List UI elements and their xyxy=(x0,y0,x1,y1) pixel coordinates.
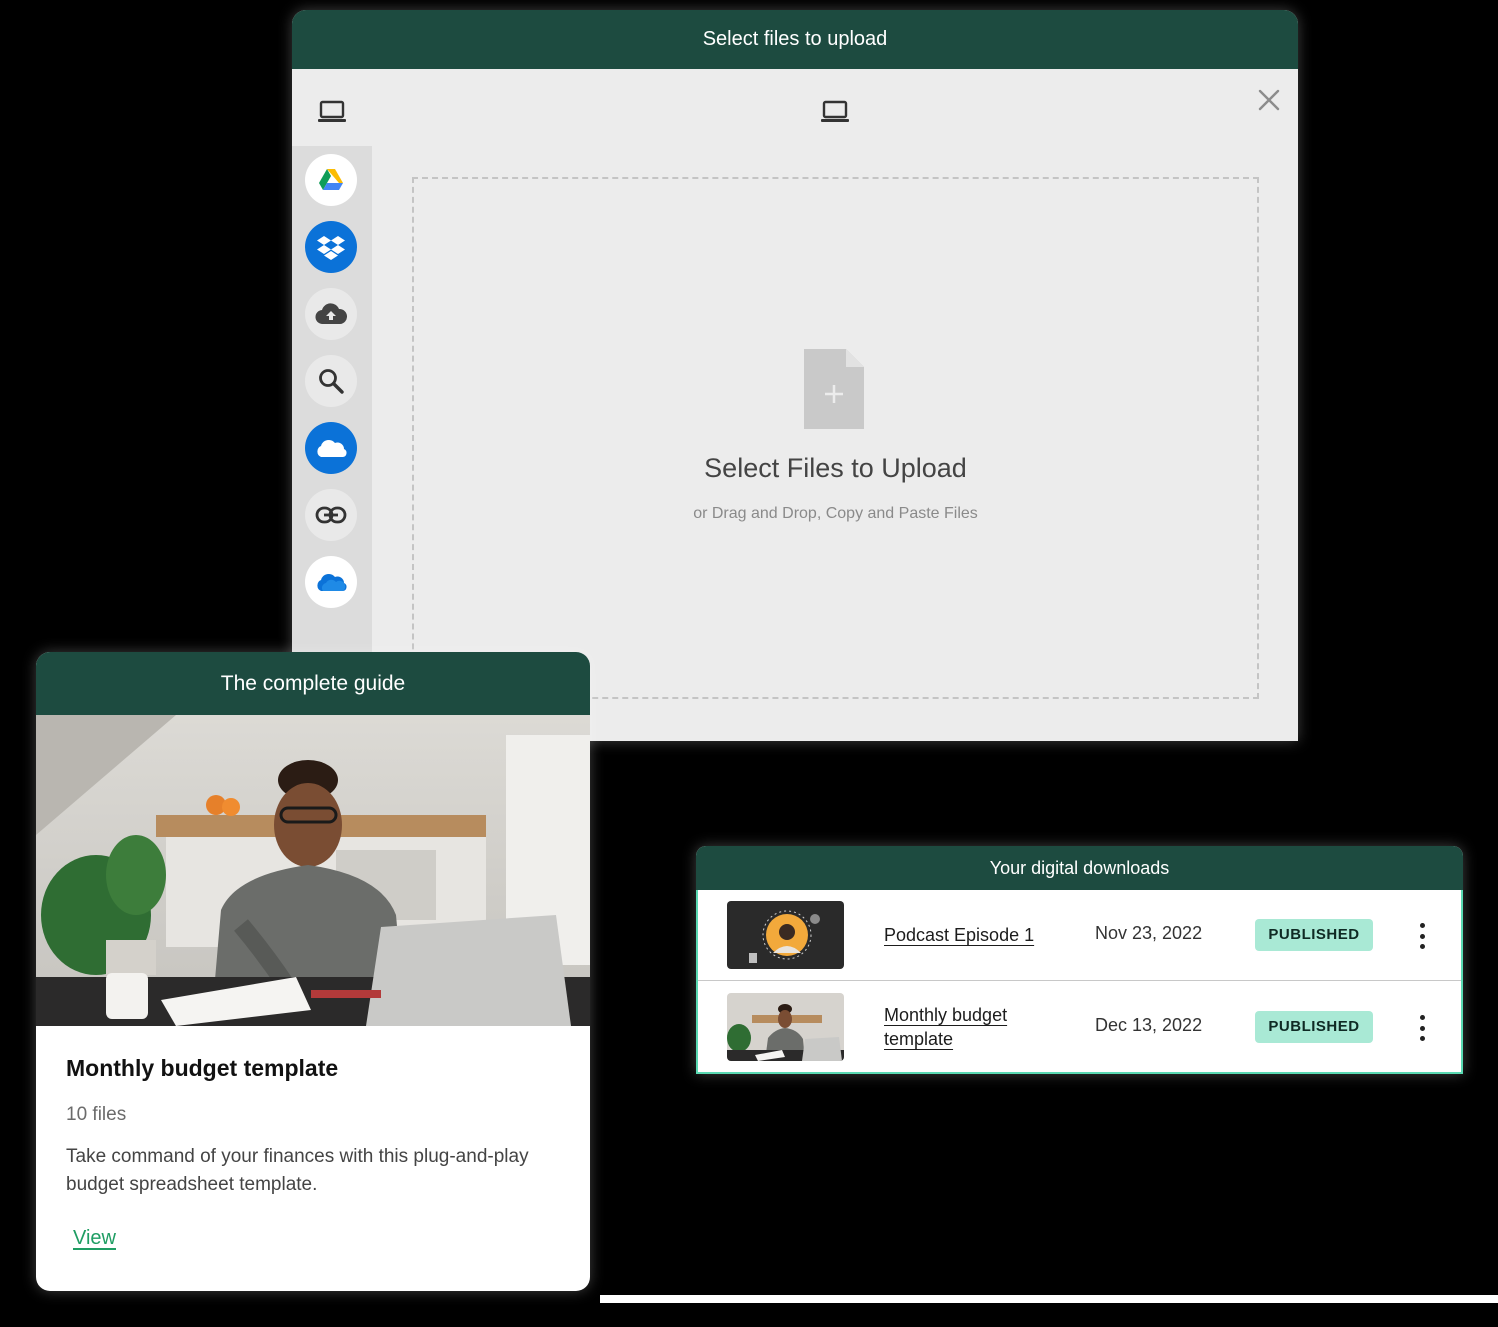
cloud-upload-icon xyxy=(315,303,347,325)
search-icon xyxy=(319,369,344,394)
status-badge: PUBLISHED xyxy=(1255,919,1373,951)
guide-card-header: The complete guide xyxy=(36,652,590,715)
download-date: Nov 23, 2022 xyxy=(1095,923,1203,943)
onedrive-button[interactable] xyxy=(305,422,357,474)
more-options-icon[interactable] xyxy=(1411,1015,1433,1041)
guide-card: The complete guide Monthly budget templa… xyxy=(36,652,590,1291)
onedrive-business-button[interactable] xyxy=(305,556,357,608)
search-button[interactable] xyxy=(305,355,357,407)
modal-topbar xyxy=(292,69,1298,146)
dropbox-button[interactable] xyxy=(305,221,357,273)
divider xyxy=(600,1295,1498,1303)
upload-modal: Select files to upload Select Files to U… xyxy=(292,10,1298,741)
downloads-header: Your digital downloads xyxy=(696,846,1463,890)
link-button[interactable] xyxy=(305,489,357,541)
downloads-panel: Your digital downloads Podcast Episode 1… xyxy=(696,846,1463,1074)
laptop-icon[interactable] xyxy=(317,100,347,124)
dropzone-subtitle: or Drag and Drop, Copy and Paste Files xyxy=(693,505,978,522)
onedrive-business-icon xyxy=(317,573,347,591)
more-options-icon[interactable] xyxy=(1411,923,1433,949)
dropzone-title: Select Files to Upload xyxy=(704,453,967,483)
close-icon[interactable] xyxy=(1258,89,1280,111)
download-row: Podcast Episode 1 Nov 23, 2022 PUBLISHED xyxy=(698,890,1461,981)
onedrive-icon xyxy=(317,439,347,457)
download-date: Dec 13, 2022 xyxy=(1095,1015,1203,1035)
card-title: Monthly budget template xyxy=(66,1055,339,1081)
link-icon xyxy=(315,506,347,524)
file-add-icon xyxy=(804,349,864,429)
guide-photo xyxy=(36,715,590,1026)
google-drive-button[interactable] xyxy=(305,154,357,206)
downloads-list: Podcast Episode 1 Nov 23, 2022 PUBLISHED xyxy=(696,890,1463,1074)
view-link[interactable]: View xyxy=(73,1227,116,1250)
cloud-upload-button[interactable] xyxy=(305,288,357,340)
budget-thumbnail xyxy=(727,993,844,1061)
card-file-count: 10 files xyxy=(66,1104,127,1125)
upload-modal-header: Select files to upload xyxy=(292,10,1298,69)
download-title[interactable]: Monthly budget template xyxy=(884,1003,1044,1051)
dropbox-icon xyxy=(317,236,345,260)
download-row: Monthly budget template Dec 13, 2022 PUB… xyxy=(698,982,1461,1073)
google-drive-icon xyxy=(319,169,343,190)
laptop-icon xyxy=(820,100,850,124)
status-badge: PUBLISHED xyxy=(1255,1011,1373,1043)
upload-dropzone[interactable]: Select Files to Upload or Drag and Drop,… xyxy=(412,177,1259,699)
card-description: Take command of your finances with this … xyxy=(66,1146,529,1195)
download-title[interactable]: Podcast Episode 1 xyxy=(884,923,1044,947)
podcast-thumbnail xyxy=(727,901,844,969)
